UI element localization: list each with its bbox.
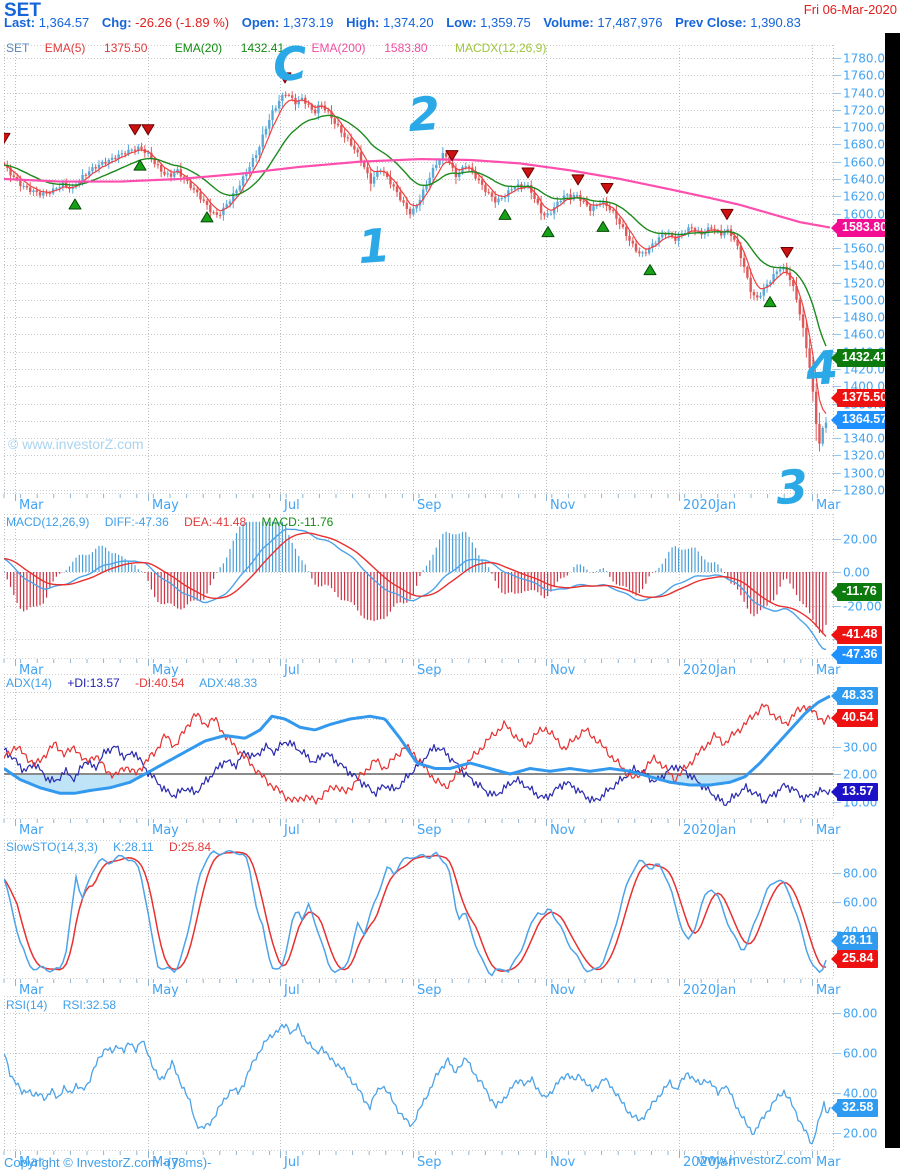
date-label: Fri 06-Mar-2020 (803, 2, 897, 17)
copyright-text: Copyright © InvestorZ.com -(78ms)- (4, 1155, 212, 1170)
macd-diff-value: DIFF:-47.36 (104, 515, 169, 529)
main-symbol: SET (6, 41, 30, 55)
hand-annotation-3: 3 (774, 458, 810, 516)
low-value: 1,359.75 (480, 15, 531, 30)
adx-adx-value: ADX:48.33 (199, 676, 258, 690)
rsi-indicator-row: RSI(14) RSI:32.58 (6, 998, 128, 1012)
high-label: High: (346, 15, 380, 30)
last-value: 1,364.57 (38, 15, 90, 30)
hand-annotation-4: 4 (804, 339, 840, 397)
hand-annotation-1: 1 (356, 217, 392, 275)
ema5-value: 1375.50 (104, 41, 148, 55)
axis-badge: 1432.41 (831, 349, 893, 368)
prevclose-label: Prev Close: (675, 15, 747, 30)
rsi-value: RSI:32.58 (62, 998, 117, 1012)
quote-stats-row: Last: 1,364.57 Chg: -26.26 (-1.89 %) Ope… (4, 15, 810, 30)
axis-badge: -11.76 (831, 582, 882, 601)
high-value: 1,374.20 (382, 15, 434, 30)
ema5-label[interactable]: EMA(5) (45, 41, 86, 55)
adx-indicator-row: ADX(14) +DI:13.57 -DI:40.54 ADX:48.33 (6, 676, 269, 690)
open-label: Open: (241, 15, 280, 30)
chart-canvas[interactable] (0, 0, 900, 1172)
chg-label: Chg: (101, 15, 132, 30)
ema200-label[interactable]: EMA(200) (312, 41, 366, 55)
window-edge-strip (885, 33, 900, 1148)
sto-name[interactable]: SlowSTO(14,3,3) (6, 840, 98, 854)
macd-dea-value: DEA:-41.48 (184, 515, 247, 529)
ema200-value: 1583.80 (384, 41, 428, 55)
axis-badge: 1375.50 (831, 389, 893, 408)
prevclose-value: 1,390.83 (750, 15, 801, 30)
macd-indicator-row: MACD(12,26,9) DIFF:-47.36 DEA:-41.48 MAC… (6, 515, 345, 529)
axis-badge: -41.48 (831, 626, 883, 645)
macd-name[interactable]: MACD(12,26,9) (6, 515, 89, 529)
rsi-name[interactable]: RSI(14) (6, 998, 47, 1012)
adx-pdi-value: +DI:13.57 (67, 676, 120, 690)
chart-window: SET Fri 06-Mar-2020 Last: 1,364.57 Chg: … (0, 0, 900, 1172)
axis-badge: 25.84 (831, 949, 879, 968)
hand-annotation-2: 2 (406, 85, 442, 143)
axis-badge: 32.58 (831, 1098, 879, 1117)
website-link[interactable]: www.InvestorZ.com (698, 1152, 811, 1167)
hand-annotation-C: C (271, 35, 309, 93)
axis-badge: 13.57 (831, 782, 879, 801)
axis-badge: 48.33 (831, 687, 879, 706)
macdx-label[interactable]: MACDX(12,26,9) (455, 41, 546, 55)
volume-value: 17,487,976 (597, 15, 663, 30)
sto-d-value: D:25.84 (169, 840, 212, 854)
adx-name[interactable]: ADX(14) (6, 676, 52, 690)
ema20-label[interactable]: EMA(20) (175, 41, 222, 55)
low-label: Low: (446, 15, 477, 30)
volume-label: Volume: (543, 15, 594, 30)
sto-k-value: K:28.11 (113, 840, 154, 854)
axis-badge: 40.54 (831, 708, 879, 727)
last-label: Last: (4, 15, 36, 30)
axis-badge: 28.11 (831, 931, 878, 950)
axis-badge: 1583.80 (831, 218, 893, 237)
open-value: 1,373.19 (282, 15, 334, 30)
chg-value: -26.26 (-1.89 %) (135, 15, 230, 30)
macd-macd-value: MACD:-11.76 (261, 515, 334, 529)
sto-indicator-row: SlowSTO(14,3,3) K:28.11 D:25.84 (6, 840, 223, 854)
axis-badge: 1364.57 (831, 410, 893, 429)
axis-badge: -47.36 (831, 646, 883, 665)
adx-mdi-value: -DI:40.54 (135, 676, 185, 690)
watermark: © www.investorZ.com (8, 436, 144, 452)
